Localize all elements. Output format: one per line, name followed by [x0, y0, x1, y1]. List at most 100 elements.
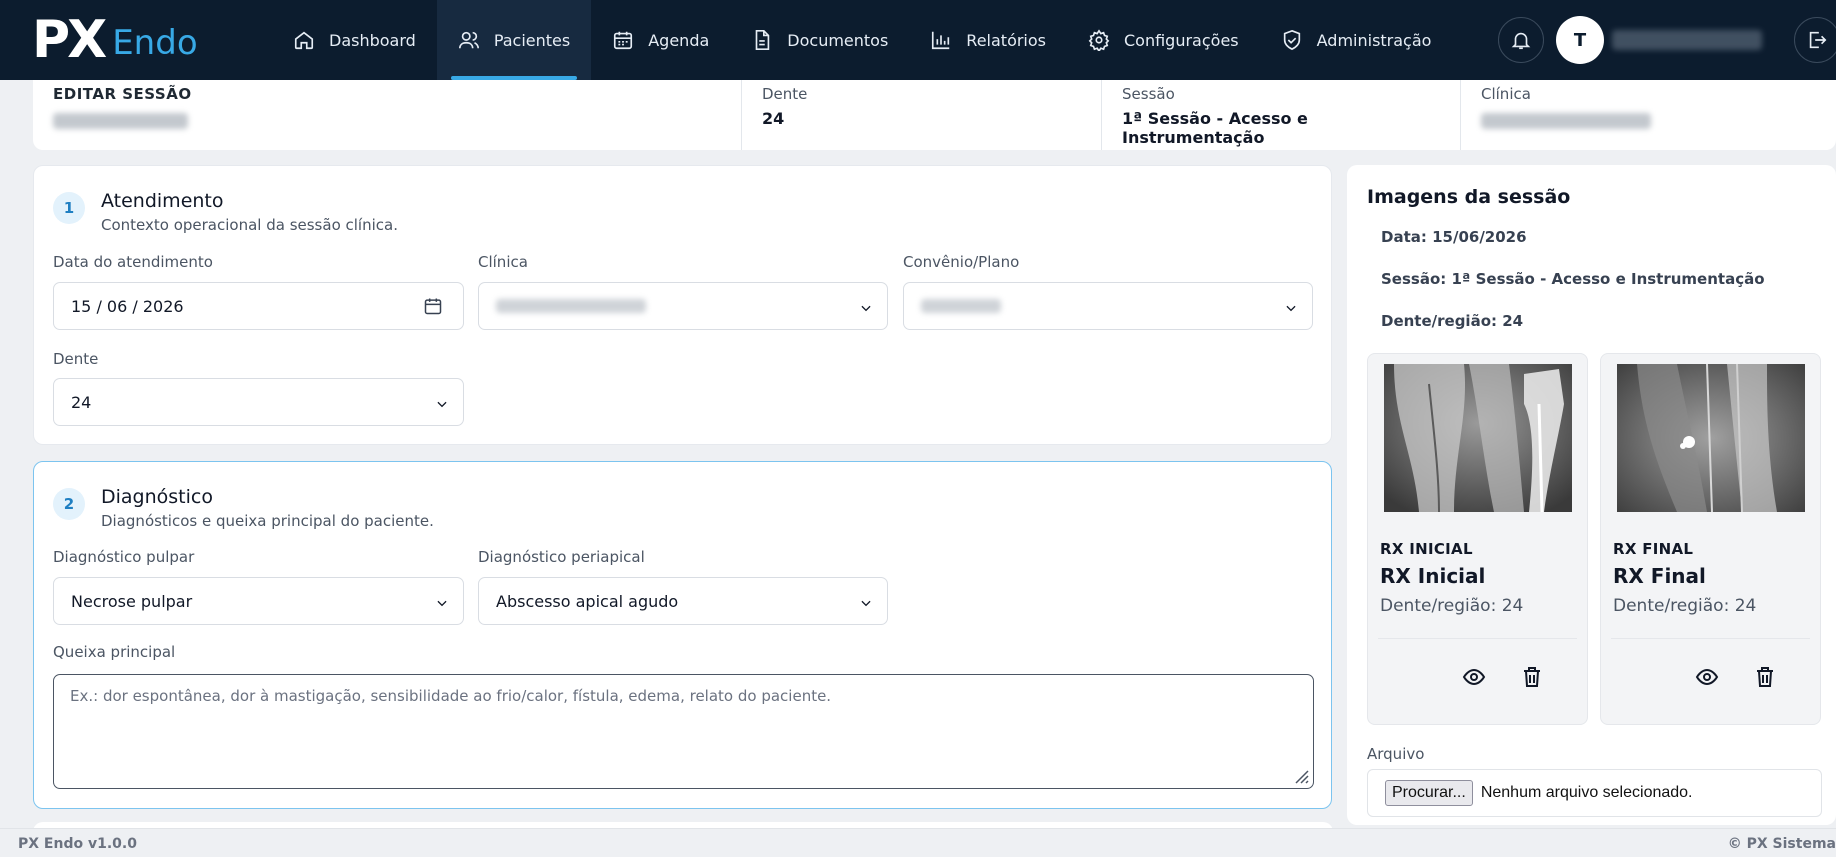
pulpar-value: Necrose pulpar: [71, 591, 193, 611]
queixa-textarea[interactable]: Ex.: dor espontânea, dor à mastigação, s…: [53, 674, 1314, 789]
pulpar-select[interactable]: Necrose pulpar: [53, 577, 464, 625]
summary-dente: Dente 24: [741, 80, 1101, 150]
nav-item-pacientes[interactable]: Pacientes: [436, 0, 592, 80]
copyright: © PX Sistema: [1727, 836, 1836, 852]
step-badge: 2: [53, 488, 85, 520]
calendar-icon[interactable]: [423, 296, 443, 316]
app-logo[interactable]: PX Endo: [32, 14, 198, 66]
summary-sessao: Sessão 1ª Sessão - Acesso e Instrumentaç…: [1101, 80, 1460, 150]
top-navbar: PX Endo Dashboard Pacientes Agenda Docum…: [0, 0, 1836, 80]
periapical-value: Abscesso apical agudo: [496, 591, 679, 611]
queixa-label: Queixa principal: [53, 643, 176, 661]
dente-label: Dente: [53, 350, 99, 368]
chevron-down-icon: [1284, 300, 1298, 314]
rx-inicial-image[interactable]: [1384, 364, 1572, 512]
image-title: RX Final: [1613, 564, 1706, 588]
nav-label: Relatórios: [966, 30, 1046, 50]
view-image-button[interactable]: [1692, 662, 1722, 692]
chevron-down-icon: [859, 595, 873, 609]
nav-item-agenda[interactable]: Agenda: [591, 0, 730, 80]
image-card-rx-inicial: RX INICIAL RX Inicial Dente/região: 24: [1367, 353, 1588, 725]
nav-item-dashboard[interactable]: Dashboard: [272, 0, 437, 80]
delete-image-button[interactable]: [1750, 662, 1780, 692]
resize-handle-icon[interactable]: [1291, 766, 1309, 784]
convenio-label: Convênio/Plano: [903, 253, 1020, 271]
card-title: Diagnóstico: [101, 486, 213, 508]
card-subtitle: Diagnósticos e queixa principal do pacie…: [101, 512, 434, 530]
clinica-label: Clínica: [478, 253, 528, 271]
patient-name-redacted: [53, 113, 188, 129]
images-title: Imagens da sessão: [1367, 186, 1571, 208]
clinica-name-redacted: [1481, 113, 1651, 129]
summary-dente-value: 24: [762, 109, 785, 128]
convenio-value-redacted: [921, 299, 1001, 313]
rx-final-image[interactable]: [1617, 364, 1805, 512]
footer: PX Endo v1.0.0 © PX Sistema: [0, 828, 1836, 857]
file-label: Arquivo: [1367, 745, 1425, 763]
document-icon: [755, 30, 770, 50]
step-badge: 1: [53, 192, 85, 224]
images-date: Data: 15/06/2026: [1381, 228, 1527, 246]
app-version: PX Endo v1.0.0: [18, 836, 137, 852]
calendar-icon: [614, 31, 633, 50]
nav-label: Pacientes: [493, 30, 571, 50]
nav-label: Dashboard: [329, 30, 416, 50]
browse-file-button[interactable]: Procurar...: [1385, 780, 1473, 806]
page-title: EDITAR SESSÃO: [53, 85, 192, 103]
card-title: Atendimento: [101, 190, 224, 212]
summary-clinica: Clínica: [1460, 80, 1836, 150]
home-icon: [294, 31, 314, 50]
nav-label: Documentos: [787, 30, 889, 50]
image-kicker: RX INICIAL: [1380, 540, 1473, 558]
divider: [1611, 638, 1810, 639]
summary-patient: EDITAR SESSÃO: [33, 80, 741, 150]
chevron-down-icon: [435, 396, 449, 410]
delete-image-button[interactable]: [1517, 662, 1547, 692]
file-input[interactable]: Procurar... Nenhum arquivo selecionado.: [1367, 769, 1822, 817]
summary-dente-label: Dente: [762, 85, 808, 103]
nav-item-documentos[interactable]: Documentos: [730, 0, 909, 80]
logout-button[interactable]: [1794, 17, 1836, 63]
avatar[interactable]: T: [1556, 16, 1604, 64]
date-value: 15 / 06 / 2026: [71, 296, 184, 316]
eye-icon: [1695, 668, 1719, 686]
notifications-button[interactable]: [1498, 17, 1544, 63]
summary-sessao-label: Sessão: [1122, 85, 1175, 103]
chevron-down-icon: [859, 300, 873, 314]
session-images-panel: Imagens da sessão Data: 15/06/2026 Sessã…: [1347, 165, 1836, 825]
image-title: RX Inicial: [1380, 564, 1486, 588]
nav-label: Configurações: [1124, 30, 1239, 50]
image-subtitle: Dente/região: 24: [1613, 596, 1757, 616]
periapical-select[interactable]: Abscesso apical agudo: [478, 577, 888, 625]
logout-icon: [1809, 31, 1827, 49]
date-input[interactable]: 15 / 06 / 2026: [53, 282, 464, 330]
chevron-down-icon: [435, 595, 449, 609]
logo-px: PX: [32, 10, 107, 70]
eye-icon: [1462, 668, 1486, 686]
dente-select[interactable]: 24: [53, 378, 464, 426]
view-image-button[interactable]: [1459, 662, 1489, 692]
nav-item-relatorios[interactable]: Relatórios: [909, 0, 1067, 80]
summary-sessao-value: 1ª Sessão - Acesso e Instrumentação: [1122, 109, 1308, 147]
clinica-select[interactable]: [478, 282, 888, 330]
pulpar-label: Diagnóstico pulpar: [53, 548, 195, 566]
images-sessao: Sessão: 1ª Sessão - Acesso e Instrumenta…: [1381, 270, 1765, 288]
file-status: Nenhum arquivo selecionado.: [1480, 784, 1693, 801]
dente-value: 24: [71, 392, 92, 412]
image-kicker: RX FINAL: [1613, 540, 1694, 558]
atendimento-card: 1 Atendimento Contexto operacional da se…: [33, 165, 1332, 445]
convenio-select[interactable]: [903, 282, 1313, 330]
card-subtitle: Contexto operacional da sessão clínica.: [101, 216, 398, 234]
gear-icon: [1088, 29, 1110, 51]
date-label: Data do atendimento: [53, 253, 213, 271]
images-dente: Dente/região: 24: [1381, 312, 1524, 330]
summary-clinica-label: Clínica: [1481, 85, 1531, 103]
users-icon: [458, 31, 479, 49]
trash-icon: [1757, 667, 1773, 687]
clinica-value-redacted: [496, 299, 646, 313]
nav-item-configuracoes[interactable]: Configurações: [1067, 0, 1260, 80]
main-nav: Dashboard Pacientes Agenda Documentos Re…: [272, 0, 1452, 80]
diagnostico-card: 2 Diagnóstico Diagnósticos e queixa prin…: [33, 461, 1332, 809]
nav-item-administracao[interactable]: Administração: [1260, 0, 1453, 80]
bell-icon: [1511, 32, 1531, 50]
